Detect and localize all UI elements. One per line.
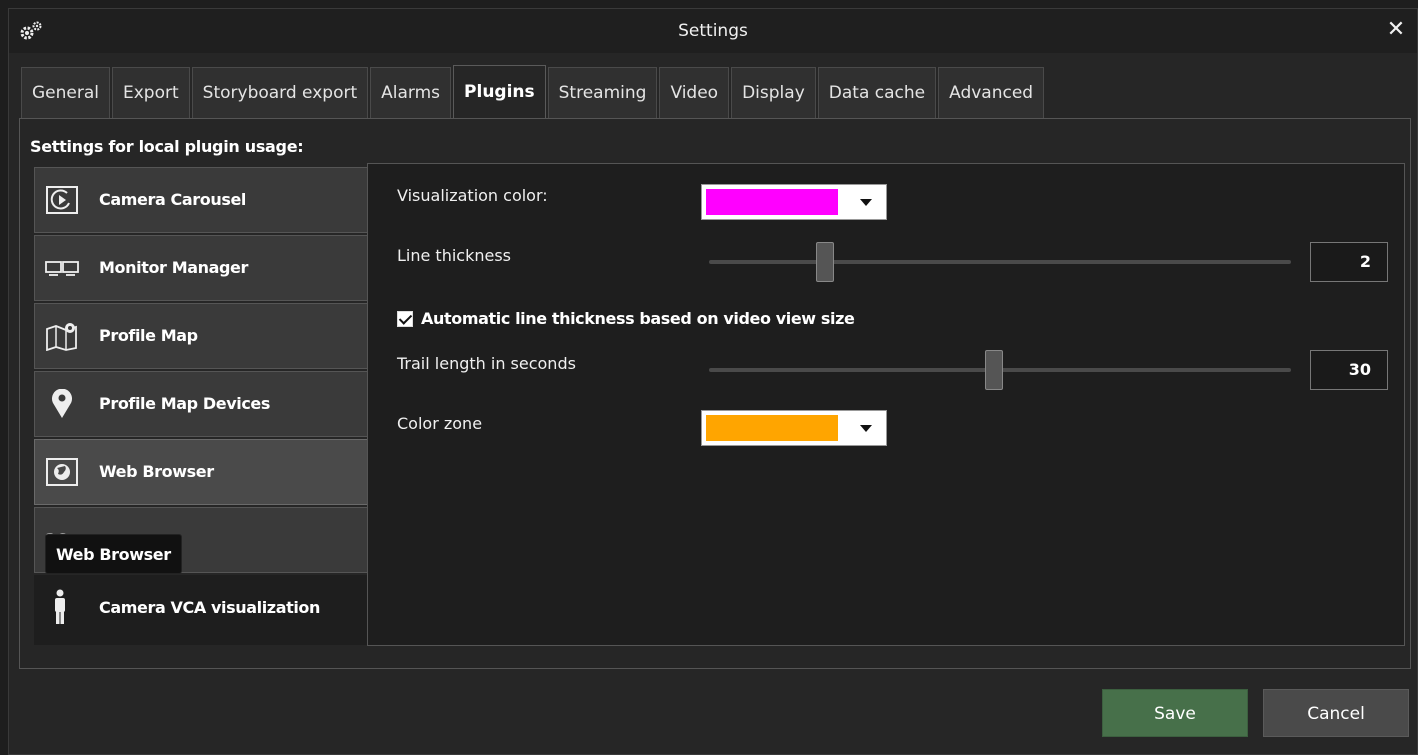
cancel-button[interactable]: Cancel <box>1263 689 1409 737</box>
tab-video[interactable]: Video <box>659 67 730 119</box>
plugin-item-monitor-manager[interactable]: Monitor Manager <box>34 235 368 301</box>
line-thickness-value[interactable]: 2 <box>1310 242 1388 282</box>
map-pin-icon <box>52 389 72 418</box>
plugin-label-web-browser: Web Browser <box>99 462 214 481</box>
globe-icon <box>46 458 78 486</box>
plugins-panel: Settings for local plugin usage: Camera … <box>19 118 1411 669</box>
plugin-label-profile-map-devices: Profile Map Devices <box>99 394 271 413</box>
trail-length-label: Trail length in seconds <box>397 354 576 373</box>
plugin-item-profile-map-devices[interactable]: Profile Map Devices <box>34 371 368 437</box>
settings-window: Settings ✕ General Export Storyboard exp… <box>8 8 1418 755</box>
visualization-color-dropdown[interactable] <box>701 184 887 220</box>
plugin-item-camera-vca-visualization[interactable]: Camera VCA visualization <box>34 575 368 645</box>
line-thickness-slider-thumb[interactable] <box>816 242 835 282</box>
panel-heading: Settings for local plugin usage: <box>30 137 304 156</box>
trail-length-slider-thumb[interactable] <box>985 350 1004 390</box>
tab-data-cache[interactable]: Data cache <box>817 67 937 119</box>
person-icon <box>55 589 65 624</box>
visualization-color-swatch <box>706 189 838 215</box>
color-zone-label: Color zone <box>397 414 483 433</box>
camera-carousel-icon <box>46 186 78 214</box>
auto-thickness-checkbox[interactable] <box>397 310 413 327</box>
tab-bar: General Export Storyboard export Alarms … <box>21 65 1046 119</box>
window-title: Settings <box>678 21 748 41</box>
plugin-label-camera-vca-visualization: Camera VCA visualization <box>99 598 321 617</box>
tooltip: Web Browser <box>45 534 182 574</box>
save-button[interactable]: Save <box>1102 689 1248 737</box>
tab-streaming[interactable]: Streaming <box>547 67 658 119</box>
tab-advanced[interactable]: Advanced <box>938 67 1045 119</box>
line-thickness-slider-track[interactable] <box>709 260 1291 264</box>
auto-thickness-label: Automatic line thickness based on video … <box>421 309 855 328</box>
profile-map-icon <box>46 323 77 351</box>
vca-settings-area: Visualization color: Line thickness 2 Au… <box>367 163 1405 646</box>
line-thickness-label: Line thickness <box>397 246 512 265</box>
title-bar: Settings ✕ <box>9 9 1417 53</box>
plugin-list: Camera Carousel Monitor Manager Profile … <box>34 167 368 647</box>
tab-display[interactable]: Display <box>731 67 816 119</box>
auto-thickness-checkbox-row[interactable]: Automatic line thickness based on video … <box>397 309 855 328</box>
plugin-item-camera-carousel[interactable]: Camera Carousel <box>34 167 368 233</box>
chevron-down-icon <box>860 425 872 432</box>
color-zone-swatch <box>706 415 838 441</box>
tab-general[interactable]: General <box>21 67 110 119</box>
close-icon[interactable]: ✕ <box>1385 18 1407 42</box>
tab-storyboard-export[interactable]: Storyboard export <box>191 67 369 119</box>
chevron-down-icon <box>860 199 872 206</box>
trail-length-value[interactable]: 30 <box>1310 350 1388 390</box>
color-zone-dropdown[interactable] <box>701 410 887 446</box>
plugin-label-camera-carousel: Camera Carousel <box>99 190 246 209</box>
monitor-manager-icon <box>45 261 79 276</box>
tab-plugins[interactable]: Plugins <box>453 65 546 119</box>
tab-alarms[interactable]: Alarms <box>370 67 452 119</box>
plugin-item-web-browser[interactable]: Web Browser <box>34 439 368 505</box>
plugin-label-profile-map: Profile Map <box>99 326 198 345</box>
plugin-label-monitor-manager: Monitor Manager <box>99 258 248 277</box>
plugin-item-profile-map[interactable]: Profile Map <box>34 303 368 369</box>
tab-export[interactable]: Export <box>112 67 190 119</box>
visualization-color-label: Visualization color: <box>397 186 548 205</box>
